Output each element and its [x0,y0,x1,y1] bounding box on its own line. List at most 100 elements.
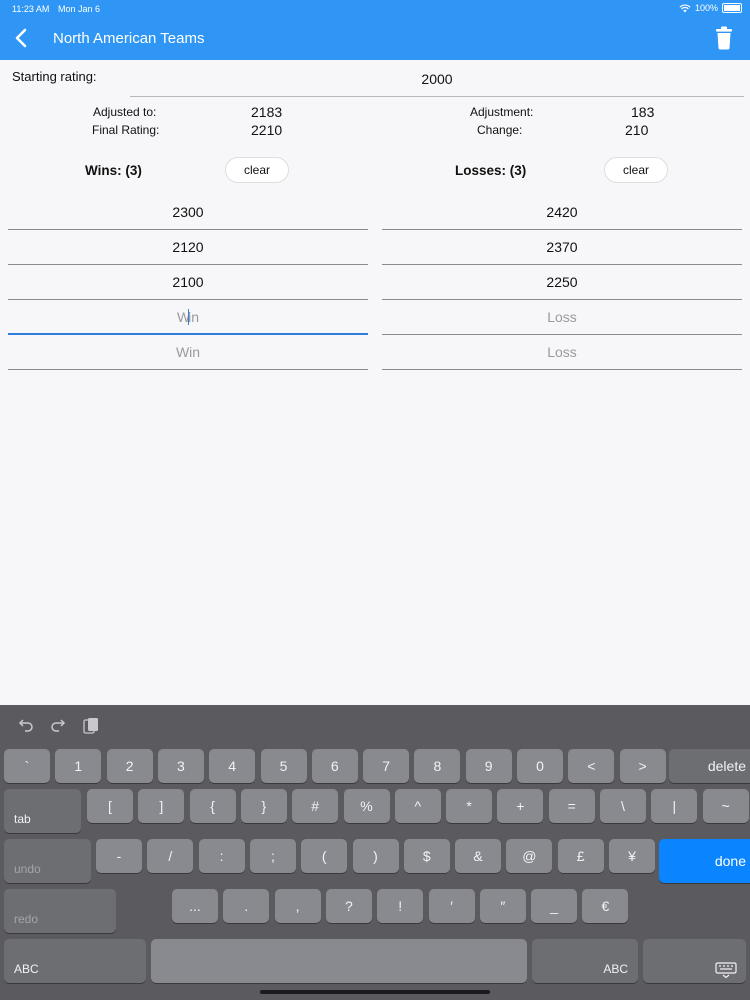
key-10[interactable]: 0 [517,749,563,783]
symbol-key[interactable]: { [189,789,236,823]
key-0[interactable]: ` [4,749,50,783]
symbol-key[interactable]: ? [325,889,372,923]
abc-key-right[interactable]: ABC [532,939,638,983]
abc-key-left[interactable]: ABC [4,939,146,983]
symbol-key[interactable]: % [343,789,390,823]
symbol-key[interactable]: £ [557,839,604,873]
change-value: 210 [625,122,649,138]
symbol-key[interactable]: = [548,789,595,823]
adjustment-value: 183 [631,104,655,120]
adjusted-label: Adjusted to: [93,105,157,119]
symbol-key[interactable]: \ [600,789,646,823]
symbol-key[interactable]: ″ [479,889,526,923]
wins-label: Wins: (3) [85,163,142,178]
status-date: Mon Jan 6 [58,4,101,14]
chevron-left-icon [15,28,27,48]
symbol-key[interactable]: ~ [702,789,749,823]
symbol-key[interactable]: ; [249,839,296,873]
win-input-active[interactable]: Win [8,300,368,335]
clear-wins-button[interactable]: clear [225,157,289,183]
undo-key[interactable]: undo [4,839,91,883]
status-time: 11:23 AM [12,4,50,14]
win-entry[interactable]: 2300 [8,195,368,230]
symbol-key[interactable]: [ [87,789,133,823]
battery-percent: 100% [694,3,718,13]
home-indicator [260,990,490,994]
loss-entry[interactable]: 2250 [382,265,742,300]
trash-icon [716,26,732,50]
symbol-key[interactable]: ... [172,889,218,923]
status-right: 100% [679,3,742,13]
symbol-key[interactable]: ¥ [609,839,655,873]
symbol-key[interactable]: ! [377,889,424,923]
symbol-key[interactable]: + [497,789,544,823]
key-8[interactable]: 8 [414,749,461,783]
symbol-key[interactable]: € [582,889,629,923]
symbol-key[interactable]: } [240,789,287,823]
symbol-key[interactable]: ′ [428,889,475,923]
symbol-key[interactable]: - [96,839,142,873]
adjusted-value: 2183 [251,104,283,120]
symbol-key[interactable]: / [147,839,194,873]
win-entry[interactable]: 2100 [8,265,368,300]
adjustment-label: Adjustment: [470,105,534,119]
loss-input[interactable]: Loss [382,335,742,370]
paste-icon[interactable] [83,717,99,740]
symbol-key[interactable]: ^ [394,789,441,823]
symbol-key[interactable]: ) [352,839,399,873]
delete-button[interactable] [714,26,734,50]
key-9[interactable]: 9 [465,749,512,783]
loss-entry[interactable]: 2420 [382,195,742,230]
undo-icon[interactable] [18,717,34,738]
symbol-key[interactable]: & [455,839,502,873]
symbol-key[interactable]: @ [506,839,553,873]
loss-input[interactable]: Loss [382,300,742,335]
symbol-key[interactable]: ] [138,789,185,823]
losses-list: 2420 2370 2250 Loss Loss [382,195,742,370]
key-2[interactable]: 2 [106,749,153,783]
symbol-key[interactable]: | [651,789,698,823]
loss-entry[interactable]: 2370 [382,230,742,265]
back-button[interactable] [14,27,28,55]
done-key[interactable]: done [659,839,750,883]
page-title: North American Teams [53,30,205,47]
key-3[interactable]: 3 [157,749,204,783]
symbol-key[interactable]: , [274,889,321,923]
wins-list: 2300 2120 2100 Win Win [8,195,368,370]
redo-icon[interactable] [50,717,66,738]
symbol-key[interactable]: * [446,789,493,823]
key-6[interactable]: 6 [311,749,358,783]
key-4[interactable]: 4 [209,749,256,783]
delete-key[interactable]: delete [669,749,750,783]
starting-rating-label: Starting rating: [12,69,97,84]
symbol-key[interactable]: $ [403,839,450,873]
key-12[interactable]: > [619,749,666,783]
clear-losses-button[interactable]: clear [604,157,668,183]
win-placeholder-end: in [188,308,200,325]
key-7[interactable]: 7 [363,749,410,783]
battery-icon [722,3,742,13]
tab-key[interactable]: tab [4,789,81,833]
keyboard-dismiss-icon [714,962,737,978]
wifi-icon [679,3,691,12]
final-rating-label: Final Rating: [92,123,160,137]
nav-bar: North American Teams [0,18,750,60]
win-entry[interactable]: 2120 [8,230,368,265]
symbol-key[interactable]: : [198,839,245,873]
symbol-key[interactable]: _ [531,889,578,923]
space-key[interactable] [151,939,527,983]
status-bar: 11:23 AM Mon Jan 6 100% [0,0,750,18]
symbol-key[interactable]: . [223,889,270,923]
redo-key[interactable]: redo [4,889,116,933]
key-5[interactable]: 5 [260,749,307,783]
symbol-key[interactable]: # [292,789,339,823]
keyboard-dismiss-key[interactable] [643,939,746,983]
final-rating-value: 2210 [251,122,283,138]
win-input[interactable]: Win [8,335,368,370]
key-1[interactable]: 1 [55,749,102,783]
starting-rating-input[interactable] [130,62,744,97]
change-label: Change: [477,123,523,137]
symbol-key[interactable]: ( [301,839,348,873]
losses-label: Losses: (3) [455,163,527,178]
key-11[interactable]: < [568,749,615,783]
